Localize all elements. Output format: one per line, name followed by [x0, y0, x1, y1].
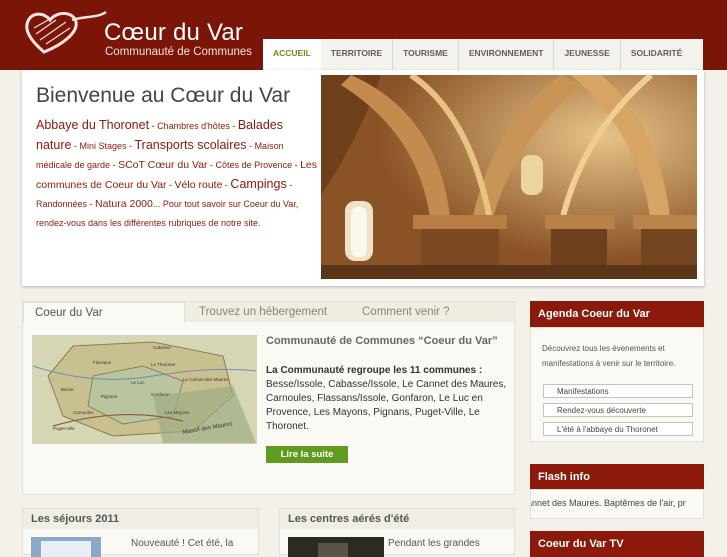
- centres-photo[interactable]: [288, 537, 384, 557]
- link-separator: -: [149, 121, 158, 131]
- map-label: Le Thoronet: [151, 362, 176, 367]
- territory-map[interactable]: Cabasse Le Thoronet Flassans Le Luc Le C…: [32, 335, 257, 444]
- agenda-description: Découvrez tous les évenements et manifes…: [542, 344, 676, 368]
- link-separator: -: [292, 160, 301, 170]
- map-label: Les Mayons: [165, 410, 190, 415]
- hero-banner: Bienvenue au Cœur du Var Abbaye du Thoro…: [22, 70, 704, 286]
- nav-item-tourisme[interactable]: Tourisme: [392, 39, 458, 70]
- site-header: Cœur du Var Communauté de Communes Accue…: [0, 0, 727, 70]
- nav-item-environnement[interactable]: Environnement: [457, 39, 554, 70]
- hero-link[interactable]: SCoT Cœur du Var: [118, 159, 207, 171]
- map-label: Besse: [61, 387, 74, 392]
- map-label: Carnoules: [73, 410, 94, 415]
- centres-snippet: Pendant les grandes: [388, 538, 480, 549]
- content-title: Communauté de Communes “Coeur du Var”: [266, 335, 498, 347]
- link-separator: -: [207, 160, 216, 170]
- hero-link[interactable]: Vélo route: [175, 179, 223, 191]
- nav-item-territoire[interactable]: Territoire: [321, 39, 392, 70]
- read-more-button[interactable]: Lire la suite: [266, 446, 348, 463]
- tabs-panel: Coeur du Var Trouvez un hébergement Comm…: [22, 301, 515, 495]
- heart-logo-icon[interactable]: [22, 6, 108, 58]
- hero-text: Bienvenue au Cœur du Var Abbaye du Thoro…: [36, 82, 321, 233]
- map-label: Cabasse: [153, 345, 171, 350]
- link-separator: -: [87, 199, 96, 209]
- abbey-vault-photo: [321, 75, 697, 279]
- hero-link[interactable]: Chambres d'hôtes: [157, 121, 230, 131]
- flash-title: Flash info: [530, 464, 704, 490]
- tab-bar: Coeur du Var Trouvez un hébergement Comm…: [23, 302, 514, 322]
- communes-list: Besse/Issole, Cabasse/Issole, Le Cannet …: [266, 379, 507, 432]
- centres-box: Les centres aérés d'été Pendant les gran…: [279, 508, 515, 557]
- hero-link-list: Abbaye du Thoronet - Chambres d'hôtes - …: [36, 116, 321, 233]
- nav-item-accueil[interactable]: Accueil: [263, 39, 321, 70]
- main-nav: Accueil Territoire Tourisme Environnemen…: [263, 39, 703, 70]
- sejours-box: Les séjours 2011 Nouveauté ! Cet été, la: [22, 508, 259, 557]
- sejours-snippet: Nouveauté ! Cet été, la: [131, 538, 234, 549]
- map-label: Le Luc: [131, 380, 145, 385]
- agenda-panel: Découvrez tous les évenements et manifes…: [530, 327, 704, 442]
- tab-coeur-du-var[interactable]: Coeur du Var: [23, 302, 185, 322]
- hero-link[interactable]: Transports scolaires: [134, 138, 246, 152]
- flash-ticker[interactable]: annet des Maures. Baptêmes de l'air, pr: [531, 498, 686, 508]
- flash-panel: annet des Maures. Baptêmes de l'air, pr: [530, 489, 704, 519]
- map-label: Gonfaron: [151, 392, 170, 397]
- agenda-title: Agenda Coeur du Var: [530, 301, 704, 327]
- nav-item-jeunesse[interactable]: Jeunesse: [553, 39, 619, 70]
- agenda-button-abbaye[interactable]: L'été à l'abbaye du Thoronet: [543, 422, 693, 436]
- hero-link[interactable]: Campings: [230, 177, 286, 191]
- communes-lead: La Communauté regroupe les 11 communes :: [266, 365, 483, 376]
- hero-link[interactable]: Natura 2000: [95, 198, 153, 210]
- link-separator: -: [166, 180, 175, 190]
- nav-item-solidarite[interactable]: Solidarité: [619, 39, 692, 70]
- page-title: Bienvenue au Cœur du Var: [36, 84, 291, 107]
- hero-link[interactable]: Abbaye du Thoronet: [36, 118, 149, 132]
- map-label: Pignans: [101, 394, 118, 399]
- hero-link[interactable]: Randonnées: [36, 199, 87, 209]
- tv-title: Coeur du Var TV: [530, 531, 704, 557]
- sejours-photo[interactable]: [31, 537, 101, 557]
- hero-link[interactable]: Côtes de Provence: [216, 160, 293, 170]
- tab-hebergement[interactable]: Trouvez un hébergement: [199, 302, 327, 322]
- sejours-title: Les séjours 2011: [23, 509, 258, 529]
- tab-comment-venir[interactable]: Comment venir ?: [362, 302, 450, 322]
- hero-link[interactable]: Mini Stages: [79, 141, 126, 151]
- link-separator: -: [286, 180, 293, 190]
- link-separator: -: [229, 121, 238, 131]
- centres-title: Les centres aérés d'été: [280, 509, 514, 529]
- map-label: Le Cannet des Maures: [183, 377, 229, 382]
- link-separator: -: [246, 141, 255, 151]
- map-label: Puget-Ville: [53, 426, 75, 431]
- content-body: La Communauté regroupe les 11 communes :…: [266, 364, 509, 434]
- link-separator: -: [110, 160, 119, 170]
- site-title[interactable]: Cœur du Var: [104, 19, 243, 47]
- map-label: Flassans: [93, 360, 112, 365]
- agenda-button-rendez-vous[interactable]: Rendez-vous découverte: [543, 403, 693, 417]
- site-subtitle: Communauté de Communes: [105, 46, 253, 58]
- agenda-button-manifestations[interactable]: Manifestations: [543, 384, 693, 398]
